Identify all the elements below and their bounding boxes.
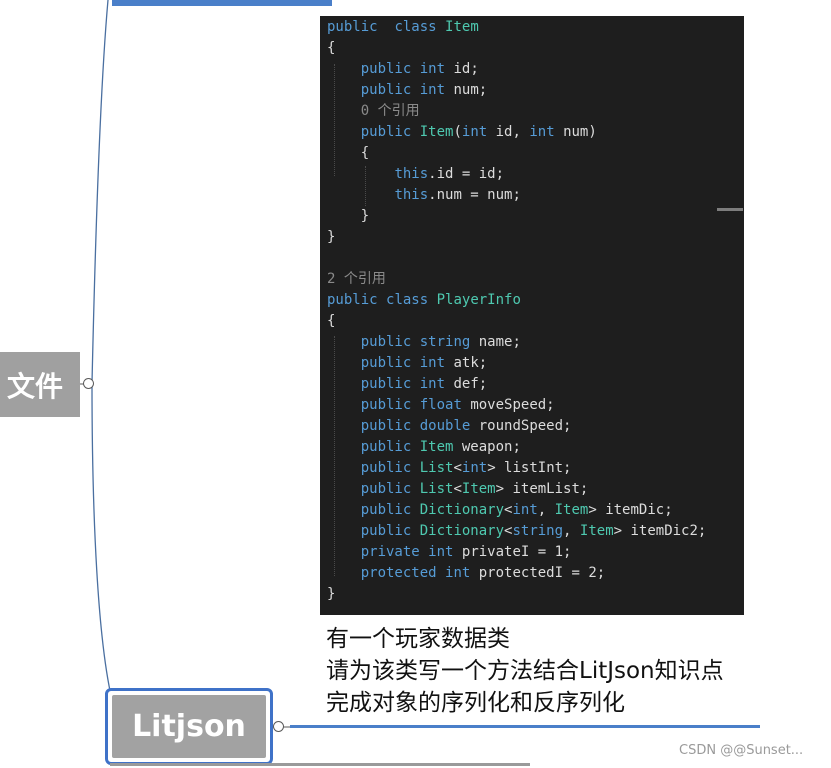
code-line: public int num; xyxy=(360,82,488,98)
indent-guide xyxy=(334,64,335,176)
code-line: public class PlayerInfo xyxy=(327,292,521,308)
code-line: public Item(int id, int num) xyxy=(360,124,597,140)
mindmap-node-file-label: 文件 xyxy=(6,369,63,403)
top-node-underline xyxy=(112,0,332,6)
code-line: private int privateI = 1; xyxy=(360,544,572,560)
collapse-toggle-file[interactable] xyxy=(83,378,94,389)
description-line-2: 请为该类写一个方法结合LitJson知识点 xyxy=(326,658,724,684)
code-line: public float moveSpeed; xyxy=(360,397,555,413)
indent-guide xyxy=(365,166,366,206)
code-line: public List<Item> itemList; xyxy=(360,481,589,497)
code-line: { xyxy=(327,313,336,329)
code-line: public int atk; xyxy=(360,355,488,371)
description-line-1: 有一个玩家数据类 xyxy=(326,626,510,652)
code-line: public int def; xyxy=(360,376,488,392)
code-line: 2 个引用 xyxy=(327,271,386,287)
code-line: public double roundSpeed; xyxy=(360,418,572,434)
collapse-toggle-litjson[interactable] xyxy=(273,721,284,732)
code-scroll-indicator xyxy=(717,208,743,211)
code-line: this.id = id; xyxy=(394,166,505,182)
code-line: 0 个引用 xyxy=(360,103,420,119)
code-line: public Dictionary<string, Item> itemDic2… xyxy=(360,523,707,539)
code-line: protected int protectedI = 2; xyxy=(360,565,606,581)
code-line: } xyxy=(327,208,370,224)
code-line: public List<int> listInt; xyxy=(360,460,572,476)
bottom-node-underline xyxy=(110,763,530,766)
watermark: CSDN @@Sunset... xyxy=(679,743,804,758)
mindmap-node-litjson-body: Litjson xyxy=(112,695,266,758)
code-line: public Dictionary<int, Item> itemDic; xyxy=(360,502,673,518)
code-line: public Item weapon; xyxy=(360,439,521,455)
code-screenshot: public class Item { public int id; public… xyxy=(320,16,744,615)
code-line: { xyxy=(327,40,336,56)
code-line: public class Item xyxy=(327,19,479,35)
code-line: } xyxy=(327,586,336,602)
description-line-3: 完成对象的序列化和反序列化 xyxy=(326,690,625,716)
code-line: } xyxy=(327,229,336,245)
indent-guide xyxy=(334,336,335,576)
litjson-branch-underline xyxy=(290,725,760,728)
mindmap-node-litjson-label: Litjson xyxy=(132,709,246,744)
mindmap-node-litjson[interactable]: Litjson xyxy=(105,688,273,765)
code-line: public int id; xyxy=(360,61,479,77)
code-line: this.num = num; xyxy=(394,187,521,203)
mindmap-node-file[interactable]: 文件 xyxy=(0,352,80,417)
code-line: public string name; xyxy=(360,334,521,350)
